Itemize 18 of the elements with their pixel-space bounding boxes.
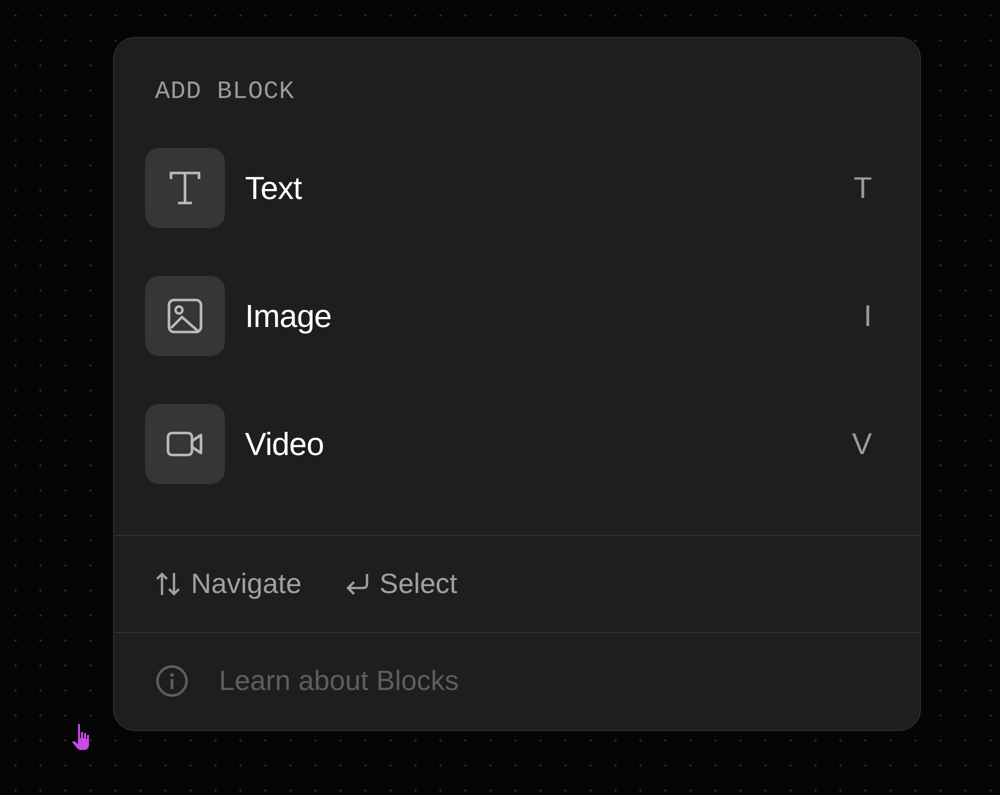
return-arrow-icon [344,572,370,596]
block-option[interactable]: Text [245,164,854,212]
block-option[interactable]: Image [245,292,864,340]
hint-label: Navigate [191,567,302,602]
shortcut-key: T [854,166,872,211]
image-icon [167,298,203,334]
block-icon-tile[interactable] [145,148,225,228]
shortcut-key: V [852,422,872,467]
panel-title: ADD BLOCK [155,77,295,106]
hint-label: Select [380,567,458,602]
video-camera-icon [166,431,204,458]
block-option[interactable]: Video [245,420,852,468]
letter-t-icon [168,170,202,206]
block-icon-tile[interactable] [145,404,225,484]
block-icon-tile[interactable] [145,276,225,356]
info-icon [155,664,189,698]
up-down-arrows-icon [155,571,181,598]
shortcut-key: I [864,294,872,339]
